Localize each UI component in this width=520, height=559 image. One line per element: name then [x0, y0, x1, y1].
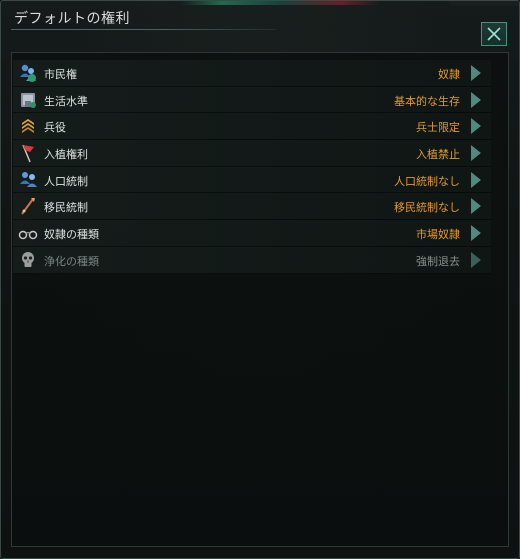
expand-arrow-icon[interactable] — [471, 91, 481, 108]
rights-window: デフォルトの権利 市民権 奴隷 生活水準 基本的な生存 兵役 兵士限定 入植権利… — [0, 0, 520, 559]
population-icon — [20, 171, 37, 187]
right-value: 移民統制なし — [394, 201, 460, 215]
expand-arrow-icon[interactable] — [471, 198, 481, 215]
expand-arrow-icon[interactable] — [471, 145, 481, 162]
rights-list: 市民権 奴隷 生活水準 基本的な生存 兵役 兵士限定 入植権利 入植禁止 人口統… — [13, 60, 491, 274]
window-title: デフォルトの権利 — [14, 11, 130, 27]
right-row-citizenship[interactable]: 市民権 奴隷 — [13, 60, 491, 87]
right-value: 基本的な生存 — [394, 94, 460, 108]
living-standard-icon — [21, 92, 36, 108]
right-value: 人口統制なし — [394, 174, 460, 188]
right-row-migration-control[interactable]: 移民統制 移民統制なし — [13, 193, 491, 221]
skull-icon — [22, 251, 34, 267]
right-label: 入植権利 — [44, 148, 88, 162]
close-icon — [487, 27, 501, 41]
right-value: 市場奴隷 — [416, 228, 460, 242]
right-label: 浄化の種類 — [44, 254, 99, 268]
right-row-living-standard[interactable]: 生活水準 基本的な生存 — [13, 86, 491, 114]
right-value: 兵士限定 — [416, 121, 460, 135]
right-row-colonization[interactable]: 入植権利 入植禁止 — [13, 140, 491, 167]
right-row-population-control[interactable]: 人口統制 人口統制なし — [13, 166, 491, 194]
right-label: 奴隷の種類 — [44, 228, 99, 242]
right-label: 兵役 — [44, 121, 66, 135]
right-value: 奴隷 — [438, 68, 460, 81]
right-label: 移民統制 — [44, 201, 88, 215]
right-value: 入植禁止 — [416, 148, 460, 162]
citizens-icon — [20, 64, 36, 82]
right-value: 強制退去 — [416, 254, 460, 268]
expand-arrow-icon[interactable] — [471, 118, 481, 135]
expand-arrow-icon[interactable] — [471, 171, 481, 188]
military-rank-icon — [22, 119, 34, 134]
right-label: 市民権 — [44, 68, 77, 81]
close-button[interactable] — [481, 22, 507, 46]
shackles-icon — [18, 230, 38, 240]
expand-arrow-icon[interactable] — [471, 251, 481, 268]
right-row-purge-type[interactable]: 浄化の種類 強制退去 — [13, 246, 491, 274]
expand-arrow-icon[interactable] — [471, 225, 481, 242]
top-right-tab — [449, 1, 519, 6]
title-divider — [11, 29, 276, 30]
right-label: 人口統制 — [44, 174, 88, 188]
migration-icon — [21, 198, 35, 216]
top-decoration — [181, 1, 381, 5]
right-label: 生活水準 — [44, 94, 88, 108]
right-row-slavery-type[interactable]: 奴隷の種類 市場奴隷 — [13, 220, 491, 247]
colony-flag-icon — [22, 144, 34, 163]
expand-arrow-icon[interactable] — [471, 65, 481, 81]
right-row-military-service[interactable]: 兵役 兵士限定 — [13, 113, 491, 141]
